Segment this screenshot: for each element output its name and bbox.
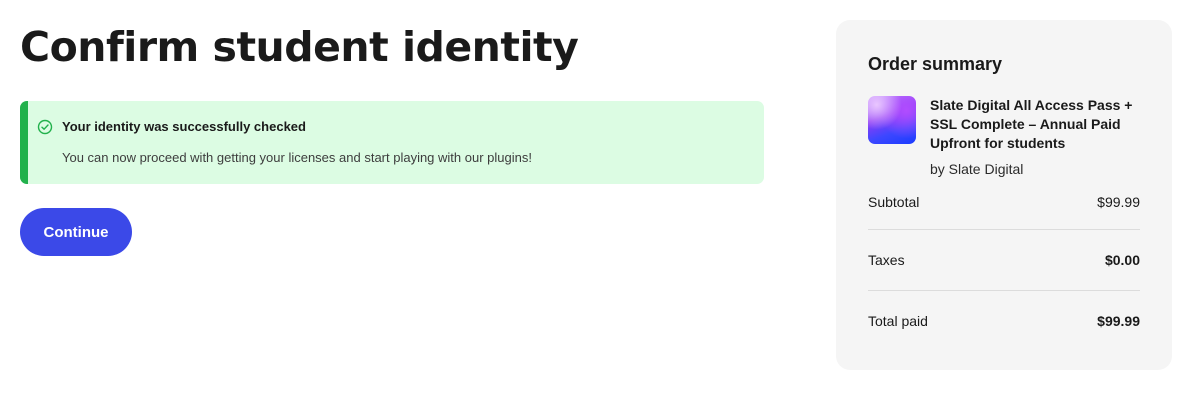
- taxes-row: Taxes $0.00: [868, 230, 1140, 291]
- page-title: Confirm student identity: [20, 23, 579, 71]
- taxes-label: Taxes: [868, 252, 905, 268]
- success-alert: Your identity was successfully checked Y…: [20, 101, 764, 184]
- product-name: Slate Digital All Access Pass + SSL Comp…: [930, 97, 1133, 151]
- product-vendor: by Slate Digital: [930, 161, 1024, 177]
- total-label: Total paid: [868, 313, 928, 329]
- checkout-page: Confirm student identity Your identity w…: [0, 0, 1186, 401]
- taxes-value: $0.00: [1104, 252, 1140, 268]
- check-circle-icon: [37, 119, 53, 135]
- total-value: $99.99: [1097, 313, 1140, 329]
- product-item: Slate Digital All Access Pass + SSL Comp…: [868, 96, 1140, 180]
- alert-accent-bar: [20, 101, 28, 184]
- continue-button[interactable]: Continue: [20, 208, 132, 256]
- product-thumbnail: [868, 96, 916, 144]
- order-summary-panel: Order summary Slate Digital All Access P…: [836, 20, 1172, 370]
- subtotal-label: Subtotal: [868, 194, 920, 210]
- summary-totals: Subtotal $99.99 Taxes $0.00 Total paid $…: [868, 190, 1140, 351]
- main-content: Confirm student identity Your identity w…: [20, 20, 764, 256]
- total-row: Total paid $99.99: [868, 291, 1140, 351]
- subtotal-row: Subtotal $99.99: [868, 190, 1140, 230]
- order-summary-title: Order summary: [868, 54, 1003, 74]
- subtotal-value: $99.99: [1097, 194, 1140, 210]
- alert-message: You can now proceed with getting your li…: [62, 150, 532, 165]
- alert-title: Your identity was successfully checked: [62, 119, 306, 134]
